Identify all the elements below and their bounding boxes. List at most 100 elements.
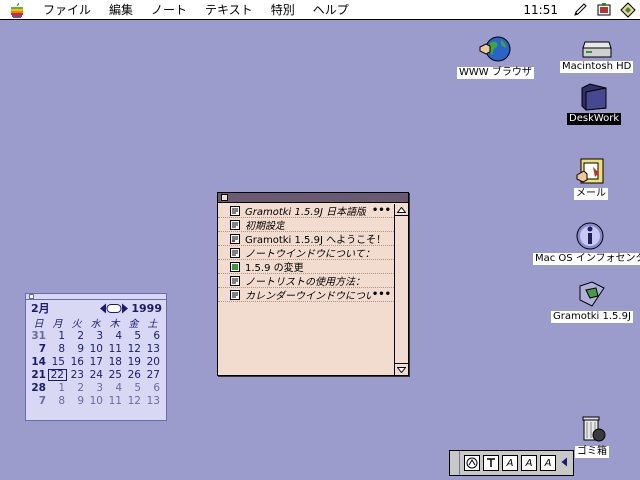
note-icon xyxy=(230,275,240,286)
month-nav-icon[interactable] xyxy=(99,303,129,314)
calendar-day[interactable]: 15 xyxy=(48,356,67,368)
desktop-icon-mail[interactable]: メール xyxy=(574,155,608,200)
desktop-icon-mac-os-info-center[interactable]: Mac OS インフォセンタ xyxy=(533,220,640,265)
menu-clock[interactable]: 11:51 xyxy=(513,3,568,17)
desktop-icon-trash[interactable]: ゴミ箱 xyxy=(575,413,609,458)
close-box-icon[interactable] xyxy=(221,194,228,201)
menu-help[interactable]: ヘルプ xyxy=(304,0,358,20)
menu-special[interactable]: 特別 xyxy=(262,0,304,20)
calendar-day[interactable]: 2 xyxy=(67,382,86,394)
calendar-day[interactable]: 12 xyxy=(124,395,143,407)
desktop-icon-gramotki[interactable]: Gramotki 1.5.9J xyxy=(551,280,633,323)
calendar-day[interactable]: 6 xyxy=(143,382,162,394)
note-window-title-bar[interactable] xyxy=(218,193,408,203)
note-list-item[interactable]: 初期設定 xyxy=(218,218,394,232)
apple-icon[interactable] xyxy=(0,0,34,20)
calendar-day[interactable]: 6 xyxy=(143,330,162,342)
keyboard-icon[interactable] xyxy=(464,455,480,471)
calendar-day[interactable]: 16 xyxy=(67,356,86,368)
italic-a-icon[interactable]: A xyxy=(521,455,537,471)
calendar-title-bar[interactable] xyxy=(26,294,166,300)
calendar-day[interactable]: 21 xyxy=(29,369,48,381)
note-icon xyxy=(230,205,240,216)
pencil-icon[interactable] xyxy=(568,0,592,20)
calendar-day[interactable]: 7 xyxy=(29,343,48,355)
calendar-header: 2月 1999 xyxy=(26,300,166,316)
calendar-day[interactable]: 9 xyxy=(67,395,86,407)
calendar-day[interactable]: 28 xyxy=(29,382,48,394)
calendar-day[interactable]: 1 xyxy=(48,382,67,394)
calendar-day[interactable]: 20 xyxy=(143,356,162,368)
close-box-icon[interactable] xyxy=(29,294,34,299)
calendar-week: 21 22 23 24 25 26 27 xyxy=(29,368,166,381)
hard-disk-icon xyxy=(581,41,612,58)
scroll-down-arrow-icon[interactable] xyxy=(395,363,408,375)
desktop-icon-label: Gramotki 1.5.9J xyxy=(551,311,633,323)
calendar-day[interactable]: 13 xyxy=(143,395,162,407)
calendar-day[interactable]: 11 xyxy=(105,395,124,407)
calendar-day[interactable]: 5 xyxy=(124,382,143,394)
calendar-day[interactable]: 7 xyxy=(29,395,48,407)
note-list-item[interactable]: Gramotki 1.5.9J 日本語版 ••• xyxy=(218,204,394,218)
calendar-year: 1999 xyxy=(131,301,162,315)
calendar-day-today[interactable]: 22 xyxy=(48,368,67,381)
calendar-day[interactable]: 4 xyxy=(105,382,124,394)
calendar-day[interactable]: 11 xyxy=(105,343,124,355)
note-list-item[interactable]: カレンダーウインドウについ ••• xyxy=(218,288,394,302)
note-icon xyxy=(230,261,240,272)
menu-text[interactable]: テキスト xyxy=(196,0,262,20)
calendar-day[interactable]: 14 xyxy=(29,356,48,368)
note-list-item[interactable]: ノートウインドウについて： xyxy=(218,246,394,260)
menu-edit[interactable]: 編集 xyxy=(100,0,142,20)
text-style-icon[interactable] xyxy=(483,455,499,471)
calendar-day[interactable]: 24 xyxy=(86,369,105,381)
size-a-icon[interactable]: A xyxy=(540,455,556,471)
calendar-day[interactable]: 13 xyxy=(143,343,162,355)
desktop-icon-deskwork[interactable]: DeskWork xyxy=(567,80,622,125)
note-title: 1.5.9 の変更 xyxy=(245,263,304,274)
font-a-icon[interactable]: A xyxy=(502,455,518,471)
calendar-day[interactable]: 31 xyxy=(29,330,48,342)
calendar-day[interactable]: 1 xyxy=(48,330,67,342)
calendar-day[interactable]: 26 xyxy=(124,369,143,381)
menu-note[interactable]: ノート xyxy=(142,0,196,20)
desktop-icon-label: Mac OS インフォセンタ xyxy=(533,253,640,265)
calendar-day[interactable]: 8 xyxy=(48,343,67,355)
calendar-day[interactable]: 10 xyxy=(86,395,105,407)
note-list-item[interactable]: 1.5.9 の変更 xyxy=(218,260,394,274)
note-list: Gramotki 1.5.9J 日本語版 ••• 初期設定 Gramotki 1… xyxy=(218,204,394,302)
calendar-day[interactable]: 8 xyxy=(48,395,67,407)
calendar-day[interactable]: 10 xyxy=(86,343,105,355)
calendar-day[interactable]: 3 xyxy=(86,330,105,342)
calendar-day[interactable]: 5 xyxy=(124,330,143,342)
calendar-day[interactable]: 3 xyxy=(86,382,105,394)
desktop-icon-macintosh-hd[interactable]: Macintosh HD xyxy=(560,38,634,73)
gramotki-folder-icon xyxy=(579,281,605,307)
calendar-day[interactable]: 18 xyxy=(105,356,124,368)
strip-collapse-arrow-icon[interactable] xyxy=(561,457,568,470)
note-list-item[interactable]: ノートリストの使用方法： xyxy=(218,274,394,288)
mail-icon xyxy=(576,158,604,184)
note-scrollbar[interactable] xyxy=(394,204,408,375)
note-title: 初期設定 xyxy=(245,221,285,232)
app-menu-icon[interactable] xyxy=(592,0,616,20)
calendar-day[interactable]: 19 xyxy=(124,356,143,368)
control-strip-tab[interactable] xyxy=(452,451,460,475)
scroll-up-arrow-icon[interactable] xyxy=(395,204,408,216)
calendar-day[interactable]: 12 xyxy=(124,343,143,355)
calendar-day[interactable]: 4 xyxy=(105,330,124,342)
calendar-day[interactable]: 17 xyxy=(86,356,105,368)
note-list-item[interactable]: Gramotki 1.5.9J へようこそ！ xyxy=(218,232,394,246)
weekday-label: 金 xyxy=(128,319,139,330)
desktop-icon-www-browser[interactable]: WWW ブラウザ xyxy=(457,34,534,79)
note-icon xyxy=(230,233,240,244)
desktop-icon-label: WWW ブラウザ xyxy=(457,67,534,79)
note-more-indicator: ••• xyxy=(371,205,391,216)
application-switcher-icon[interactable] xyxy=(616,0,640,20)
calendar-day[interactable]: 9 xyxy=(67,343,86,355)
calendar-day[interactable]: 25 xyxy=(105,369,124,381)
calendar-day[interactable]: 2 xyxy=(67,330,86,342)
calendar-day[interactable]: 23 xyxy=(67,369,86,381)
calendar-day[interactable]: 27 xyxy=(143,369,162,381)
menu-file[interactable]: ファイル xyxy=(34,0,100,20)
